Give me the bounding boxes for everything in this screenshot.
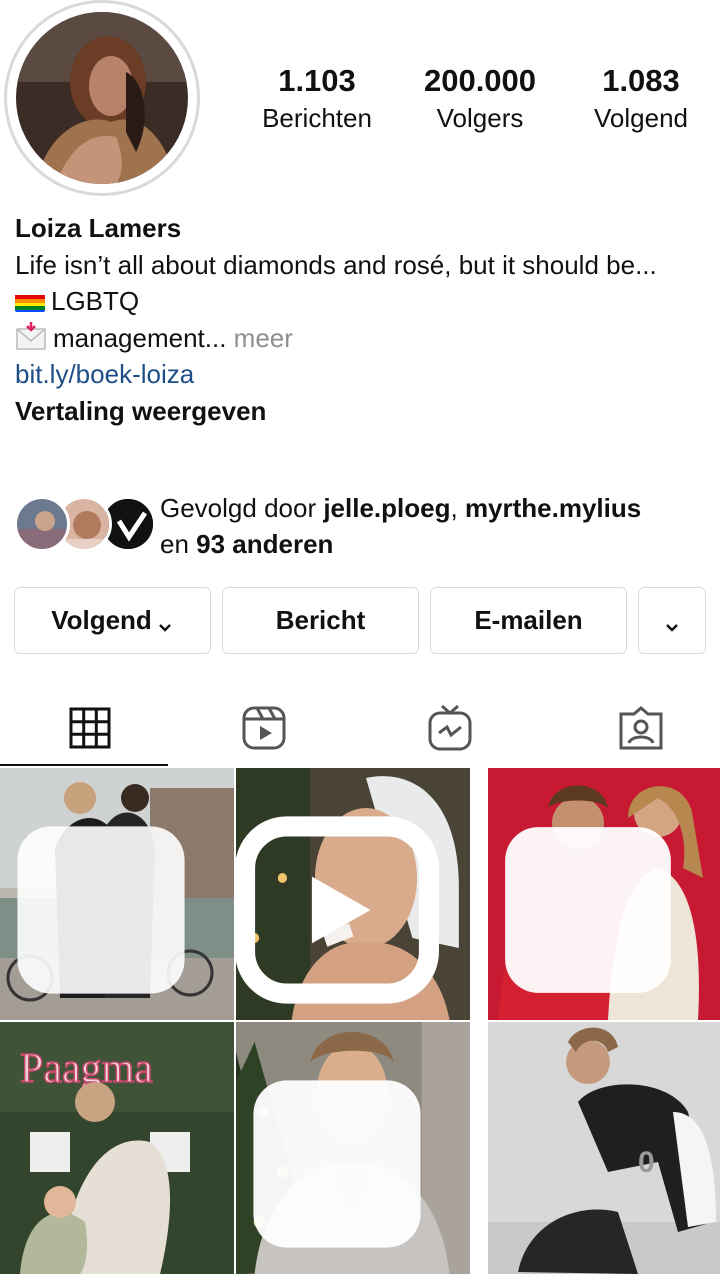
followed-by[interactable]: Gevolgd door jelle.ploeg, myrthe.mylius … <box>14 490 714 560</box>
avatar[interactable] <box>16 12 188 184</box>
bio-management-line: management... meer <box>15 320 705 357</box>
suggestions-dropdown-button[interactable] <box>638 587 706 654</box>
stat-posts[interactable]: 1.103 Berichten <box>237 62 397 136</box>
email-button-label: E-mailen <box>474 605 583 635</box>
followed-by-separator: , <box>450 493 465 523</box>
tab-tagged[interactable] <box>551 690 720 766</box>
chevron-down-icon <box>156 612 174 632</box>
profile-tabs <box>0 690 720 768</box>
stat-followers-label: Volgers <box>436 103 524 133</box>
email-button[interactable]: E-mailen <box>430 587 627 654</box>
carousel-icon <box>505 827 671 993</box>
message-button-label: Bericht <box>275 605 366 635</box>
profile-name: Loiza Lamers <box>15 213 182 243</box>
bio-lgbtq-line: LGBTQ <box>15 283 705 320</box>
followed-by-text: Gevolgd door jelle.ploeg, myrthe.mylius … <box>160 490 720 562</box>
bio-more-link[interactable]: meer <box>234 323 293 353</box>
following-button-label: Volgend <box>51 605 152 635</box>
bio-link[interactable]: bit.ly/boek-loiza <box>15 356 705 393</box>
bio-lgbtq: LGBTQ <box>51 286 140 316</box>
tab-igtv[interactable] <box>360 690 540 766</box>
tagged-icon <box>619 706 663 750</box>
stat-following-count: 1.083 <box>602 63 680 98</box>
post-thumbnail[interactable] <box>0 768 234 1020</box>
post-thumbnail[interactable]: 0 <box>488 1022 720 1274</box>
stat-following[interactable]: 1.083 Volgend <box>561 62 720 136</box>
following-button[interactable]: Volgend <box>14 587 211 654</box>
post-thumbnail[interactable] <box>236 768 470 1020</box>
followed-by-user[interactable]: myrthe.mylius <box>465 493 641 523</box>
stat-following-label: Volgend <box>594 103 688 133</box>
tab-grid[interactable] <box>0 690 180 766</box>
bio-text: Life isn’t all about diamonds and rosé, … <box>15 249 657 280</box>
translate-link[interactable]: Vertaling weergeven <box>15 393 705 430</box>
followed-by-prefix: Gevolgd door <box>160 493 324 523</box>
grid-icon <box>69 707 111 749</box>
follower-avatar <box>14 496 70 552</box>
post-thumbnail[interactable]: Paagma <box>0 1022 234 1274</box>
video-icon <box>236 816 439 1004</box>
stat-followers[interactable]: 200.000 Volgers <box>400 62 560 136</box>
stat-posts-count: 1.103 <box>278 63 356 98</box>
message-button[interactable]: Bericht <box>222 587 419 654</box>
post-thumbnail[interactable] <box>488 768 720 1020</box>
rainbow-flag-icon <box>15 290 45 312</box>
stat-posts-label: Berichten <box>262 103 372 133</box>
followed-by-others[interactable]: 93 anderen <box>196 529 333 559</box>
followed-by-middle: en <box>160 529 197 559</box>
profile-bio: Loiza Lamers Life isn’t all about diamon… <box>15 210 705 429</box>
active-tab-indicator <box>0 764 168 766</box>
profile-stats: 1.103 Berichten 200.000 Volgers 1.083 Vo… <box>236 62 720 142</box>
followed-by-user[interactable]: jelle.ploeg <box>323 493 450 523</box>
bio-management: management... <box>53 322 227 353</box>
tab-reels[interactable] <box>174 690 354 766</box>
post-thumbnail[interactable] <box>236 1022 470 1274</box>
reels-icon <box>242 706 286 750</box>
igtv-icon <box>428 704 472 751</box>
envelope-icon <box>15 321 47 351</box>
carousel-icon <box>17 826 185 994</box>
carousel-icon <box>253 1080 421 1248</box>
post-grid: Paagma 0 <box>0 768 720 1280</box>
svg-text:0: 0 <box>638 1146 655 1179</box>
chevron-down-icon <box>663 612 681 632</box>
stat-followers-count: 200.000 <box>423 63 537 98</box>
